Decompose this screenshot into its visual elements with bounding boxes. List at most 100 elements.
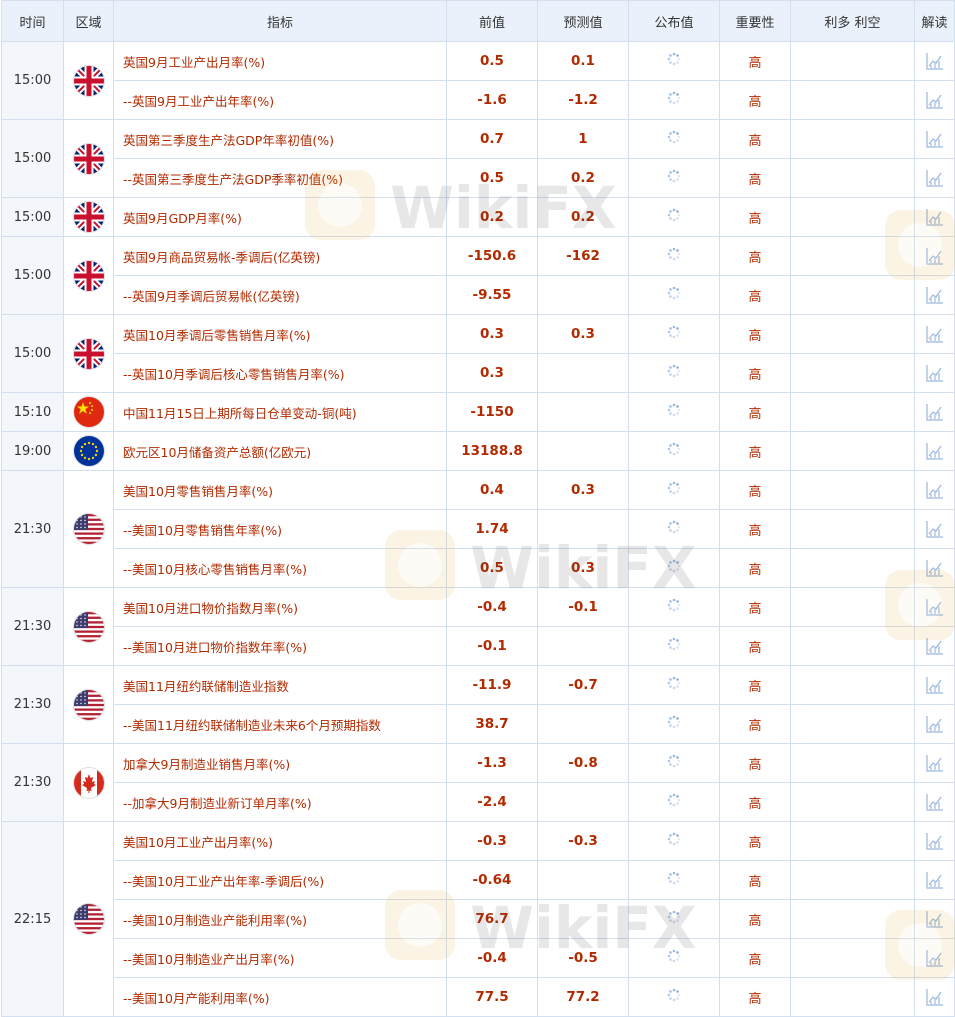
chart-analysis-icon[interactable] — [925, 443, 945, 460]
analysis-cell[interactable] — [914, 821, 955, 861]
analysis-cell[interactable] — [914, 938, 955, 978]
bull-bear-cell — [790, 704, 915, 744]
chart-analysis-icon[interactable] — [925, 521, 945, 538]
chart-analysis-icon[interactable] — [925, 872, 945, 889]
analysis-cell[interactable] — [914, 977, 955, 1017]
analysis-cell[interactable] — [914, 41, 955, 81]
actual-value — [628, 119, 720, 159]
chart-analysis-icon[interactable] — [925, 833, 945, 850]
col-header-analysis: 解读 — [914, 0, 955, 42]
indicator-name[interactable]: --英国9月工业产出年率(%) — [113, 80, 447, 120]
chart-analysis-icon[interactable] — [925, 560, 945, 577]
analysis-cell[interactable] — [914, 860, 955, 900]
actual-value — [628, 275, 720, 315]
chart-analysis-icon[interactable] — [925, 92, 945, 109]
indicator-name[interactable]: --美国10月制造业产出月率(%) — [113, 938, 447, 978]
analysis-cell[interactable] — [914, 743, 955, 783]
previous-value: 0.3 — [446, 353, 538, 393]
ca-flag-icon — [73, 767, 104, 798]
analysis-cell[interactable] — [914, 314, 955, 354]
indicator-name[interactable]: --美国10月工业产出年率-季调后(%) — [113, 860, 447, 900]
bull-bear-cell — [790, 470, 915, 510]
analysis-cell[interactable] — [914, 899, 955, 939]
chart-analysis-icon[interactable] — [925, 911, 945, 928]
forecast-value — [537, 704, 629, 744]
region-flag — [63, 470, 114, 588]
indicator-name[interactable]: 英国10月季调后零售销售月率(%) — [113, 314, 447, 354]
analysis-cell[interactable] — [914, 197, 955, 237]
chart-analysis-icon[interactable] — [925, 677, 945, 694]
indicator-name[interactable]: --英国第三季度生产法GDP季率初值(%) — [113, 158, 447, 198]
analysis-cell[interactable] — [914, 665, 955, 705]
indicator-name[interactable]: --英国9月季调后贸易帐(亿英镑) — [113, 275, 447, 315]
analysis-cell[interactable] — [914, 704, 955, 744]
chart-analysis-icon[interactable] — [925, 131, 945, 148]
chart-analysis-icon[interactable] — [925, 599, 945, 616]
importance-level: 高 — [719, 782, 791, 822]
chart-analysis-icon[interactable] — [925, 638, 945, 655]
bull-bear-cell — [790, 938, 915, 978]
indicator-name[interactable]: 欧元区10月储备资产总额(亿欧元) — [113, 431, 447, 471]
analysis-cell[interactable] — [914, 431, 955, 471]
chart-analysis-icon[interactable] — [925, 794, 945, 811]
col-header-bull-bear: 利多 利空 — [790, 0, 915, 42]
indicator-name[interactable]: --美国10月进口物价指数年率(%) — [113, 626, 447, 666]
analysis-cell[interactable] — [914, 392, 955, 432]
analysis-cell[interactable] — [914, 587, 955, 627]
chart-analysis-icon[interactable] — [925, 989, 945, 1006]
chart-analysis-icon[interactable] — [925, 326, 945, 343]
indicator-name[interactable]: --美国10月零售销售年率(%) — [113, 509, 447, 549]
analysis-cell[interactable] — [914, 782, 955, 822]
analysis-cell[interactable] — [914, 158, 955, 198]
indicator-name[interactable]: 美国10月进口物价指数月率(%) — [113, 587, 447, 627]
chart-analysis-icon[interactable] — [925, 404, 945, 421]
analysis-cell[interactable] — [914, 275, 955, 315]
event-time: 15:00 — [1, 236, 64, 315]
chart-analysis-icon[interactable] — [925, 209, 945, 226]
indicator-name[interactable]: 美国10月工业产出月率(%) — [113, 821, 447, 861]
indicator-name[interactable]: --加拿大9月制造业新订单月率(%) — [113, 782, 447, 822]
indicator-name[interactable]: --美国10月产能利用率(%) — [113, 977, 447, 1017]
previous-value: -9.55 — [446, 275, 538, 315]
forecast-value: 0.1 — [537, 41, 629, 81]
indicator-name[interactable]: 英国9月GDP月率(%) — [113, 197, 447, 237]
chart-analysis-icon[interactable] — [925, 170, 945, 187]
analysis-cell[interactable] — [914, 236, 955, 276]
indicator-name[interactable]: 英国9月工业产出月率(%) — [113, 41, 447, 81]
indicator-name[interactable]: 美国10月零售销售月率(%) — [113, 470, 447, 510]
indicator-name[interactable]: --美国10月核心零售销售月率(%) — [113, 548, 447, 588]
chart-analysis-icon[interactable] — [925, 755, 945, 772]
forecast-value: -162 — [537, 236, 629, 276]
table-row: 19:00 欧元区10月储备资产总额(亿欧元) 13188.8 高 — [1, 431, 955, 471]
indicator-name[interactable]: 加拿大9月制造业销售月率(%) — [113, 743, 447, 783]
chart-analysis-icon[interactable] — [925, 53, 945, 70]
analysis-cell[interactable] — [914, 626, 955, 666]
analysis-cell[interactable] — [914, 509, 955, 549]
analysis-cell[interactable] — [914, 80, 955, 120]
col-header-importance: 重要性 — [719, 0, 791, 42]
chart-analysis-icon[interactable] — [925, 365, 945, 382]
importance-level: 高 — [719, 392, 791, 432]
indicator-name[interactable]: --英国10月季调后核心零售销售月率(%) — [113, 353, 447, 393]
chart-analysis-icon[interactable] — [925, 950, 945, 967]
loading-spinner-icon — [667, 286, 681, 304]
actual-value — [628, 821, 720, 861]
analysis-cell[interactable] — [914, 470, 955, 510]
col-header-indicator: 指标 — [113, 0, 447, 42]
analysis-cell[interactable] — [914, 353, 955, 393]
chart-analysis-icon[interactable] — [925, 287, 945, 304]
indicator-name[interactable]: 英国9月商品贸易帐-季调后(亿英镑) — [113, 236, 447, 276]
indicator-name[interactable]: 中国11月15日上期所每日仓单变动-铜(吨) — [113, 392, 447, 432]
chart-analysis-icon[interactable] — [925, 482, 945, 499]
indicator-name[interactable]: --美国10月制造业产能利用率(%) — [113, 899, 447, 939]
analysis-cell[interactable] — [914, 548, 955, 588]
analysis-cell[interactable] — [914, 119, 955, 159]
chart-analysis-icon[interactable] — [925, 716, 945, 733]
chart-analysis-icon[interactable] — [925, 248, 945, 265]
event-time: 21:30 — [1, 470, 64, 588]
indicator-name[interactable]: --美国11月纽约联储制造业未来6个月预期指数 — [113, 704, 447, 744]
forecast-value: 0.3 — [537, 470, 629, 510]
indicator-name[interactable]: 美国11月纽约联储制造业指数 — [113, 665, 447, 705]
importance-level: 高 — [719, 431, 791, 471]
indicator-name[interactable]: 英国第三季度生产法GDP年率初值(%) — [113, 119, 447, 159]
